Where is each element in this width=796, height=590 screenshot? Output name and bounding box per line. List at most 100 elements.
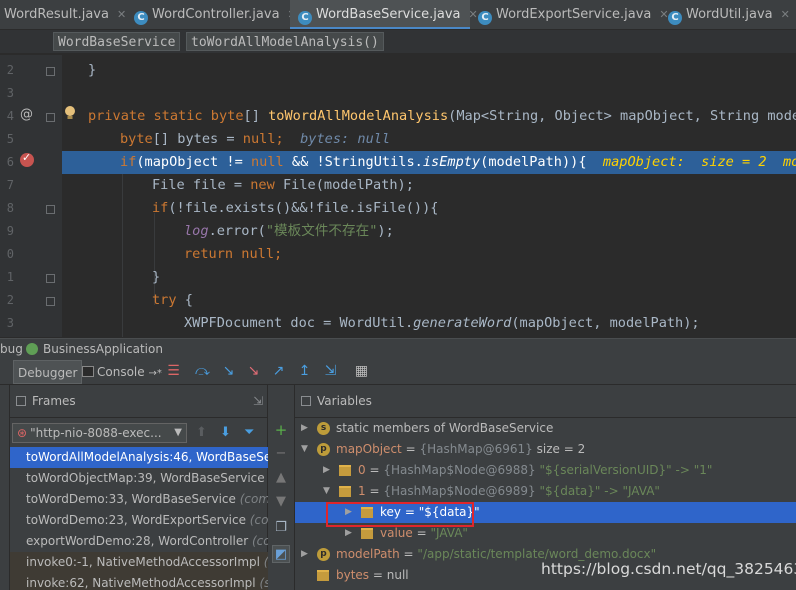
breakpoint-icon[interactable] bbox=[20, 151, 34, 167]
variable-reference: {HashMap@6961} bbox=[419, 442, 533, 456]
run-to-cursor-icon[interactable]: ⇲ bbox=[321, 362, 340, 381]
static-icon: s bbox=[317, 422, 330, 435]
frame-method: invoke0:-1, NativeMethodAccessorImpl bbox=[26, 555, 260, 569]
arrow-up-icon[interactable]: ⬆ bbox=[196, 425, 207, 440]
panel-toggle-icon[interactable] bbox=[301, 396, 311, 406]
thread-dropdown[interactable]: ⊛ "http-nio-8088-exec... ▼ bbox=[12, 423, 187, 443]
tab-debugger[interactable]: Debugger bbox=[13, 360, 83, 384]
variable-row[interactable]: ▶ 0 = {HashMap$Node@6988} "${serialVersio… bbox=[295, 460, 796, 481]
variable-name: bytes bbox=[336, 568, 370, 582]
drop-frame-icon[interactable]: ↥ bbox=[295, 362, 314, 381]
thread-name: "http-nio-8088-exec... bbox=[30, 426, 162, 440]
field-icon bbox=[361, 528, 373, 539]
code-line: byte[] bytes = null; bytes: null bbox=[120, 131, 391, 147]
move-down-icon[interactable]: ▼ bbox=[272, 493, 290, 511]
add-watch-icon[interactable]: + bbox=[272, 421, 290, 439]
tab-wordutil[interactable]: C WordUtil.java ✕ bbox=[660, 0, 796, 29]
line-number: 3 bbox=[6, 86, 14, 100]
thread-selector-row: ⊛ "http-nio-8088-exec... ▼ ⬆ ⬇ ⏷ bbox=[10, 419, 268, 447]
frame-row[interactable]: invoke0:-1, NativeMethodAccessorImpl (su… bbox=[10, 552, 268, 573]
override-annotation-icon[interactable]: @ bbox=[20, 107, 33, 122]
frame-row[interactable]: invoke:62, NativeMethodAccessorImpl (sun… bbox=[10, 573, 268, 590]
tab-wordcontroller[interactable]: CWordController.java✕ bbox=[126, 0, 297, 29]
expand-right-icon[interactable]: ▶ bbox=[301, 418, 311, 439]
run-configuration-name[interactable]: BusinessApplication bbox=[43, 339, 163, 359]
tab-label: WordController.java bbox=[152, 7, 280, 22]
expand-down-icon[interactable]: ▼ bbox=[323, 481, 333, 502]
copy-icon[interactable]: ❐ bbox=[272, 519, 290, 537]
fold-marker-icon[interactable] bbox=[46, 297, 55, 306]
frame-row[interactable]: toWordObjectMap:39, WordBaseService (com… bbox=[10, 468, 268, 489]
line-number: 1 bbox=[6, 270, 14, 284]
variable-value: null bbox=[386, 568, 409, 582]
show-execution-point-icon[interactable]: ☰ bbox=[164, 362, 183, 381]
step-out-icon[interactable]: ↗ bbox=[269, 362, 288, 381]
evaluate-expression-icon[interactable]: ▦ bbox=[352, 362, 371, 381]
frame-method: toWordDemo:23, WordExportService bbox=[26, 513, 246, 527]
variable-reference: {HashMap$Node@6988} bbox=[383, 463, 536, 477]
arrow-down-icon[interactable]: ⬇ bbox=[220, 425, 231, 440]
tab-label: WordResult.java bbox=[4, 7, 109, 22]
inline-debug-value: mapObject: size = 2 modelPath: "/app/sta… bbox=[602, 154, 796, 170]
line-number: 2 bbox=[6, 63, 14, 77]
move-up-icon[interactable]: ▲ bbox=[272, 469, 290, 487]
variable-separator: = bbox=[365, 463, 384, 477]
frames-panel-header: Frames ⇲ bbox=[10, 385, 267, 418]
tab-label: WordExportService.java bbox=[496, 7, 652, 22]
variable-reference: {HashMap$Node@6989} bbox=[383, 484, 536, 498]
variable-row[interactable]: ▼ p mapObject = {HashMap@6961} size = 2 bbox=[295, 439, 796, 460]
debug-title: bug bbox=[0, 342, 23, 356]
variable-value: "${data}" -> "JAVA" bbox=[535, 484, 660, 498]
breadcrumb-class[interactable]: WordBaseService bbox=[53, 32, 181, 51]
class-icon: C bbox=[298, 11, 312, 25]
variable-row[interactable]: ▶ s static members of WordBaseService bbox=[295, 418, 796, 439]
code-editor[interactable]: 2 3 4 5 6 7 8 9 0 1 2 3 @ } private stat… bbox=[0, 55, 796, 337]
tab-wordbaseservice[interactable]: C WordBaseService.java ✕ bbox=[290, 0, 478, 29]
frame-row[interactable]: toWordAllModelAnalysis:46, WordBaseServi… bbox=[10, 447, 268, 468]
step-into-icon[interactable]: ↘ bbox=[219, 362, 238, 381]
fold-marker-icon[interactable] bbox=[46, 274, 55, 283]
code-line: File file = new File(modelPath); bbox=[152, 177, 414, 193]
breadcrumb-method[interactable]: toWordAllModelAnalysis() bbox=[186, 32, 384, 51]
parameter-icon: p bbox=[317, 443, 330, 456]
frame-row[interactable]: toWordDemo:23, WordExportService (com. bbox=[10, 510, 268, 531]
expand-right-icon[interactable]: ▶ bbox=[323, 460, 333, 481]
panel-toggle-icon[interactable] bbox=[16, 396, 26, 406]
variable-name: modelPath bbox=[336, 547, 400, 561]
fold-marker-icon[interactable] bbox=[46, 113, 55, 122]
variable-row[interactable]: ▼ 1 = {HashMap$Node@6989} "${data}" -> "J… bbox=[295, 481, 796, 502]
close-icon[interactable]: ✕ bbox=[117, 8, 126, 21]
tab-console[interactable]: Console →* bbox=[78, 360, 166, 384]
variable-value: size = 2 bbox=[532, 442, 586, 456]
field-icon bbox=[317, 570, 329, 581]
variable-name: mapObject bbox=[336, 442, 402, 456]
show-watches-icon[interactable]: ◩ bbox=[272, 545, 290, 563]
frame-row[interactable]: exportWordDemo:28, WordController (com. bbox=[10, 531, 268, 552]
frame-package: (sun. bbox=[263, 555, 268, 569]
restore-layout-icon[interactable]: ⇲ bbox=[253, 385, 263, 418]
variable-separator: = bbox=[365, 484, 384, 498]
force-step-into-icon[interactable]: ↘ bbox=[244, 362, 263, 381]
step-over-icon[interactable]: ⤼ bbox=[193, 362, 212, 381]
fold-marker-icon[interactable] bbox=[46, 67, 55, 76]
tab-label: WordUtil.java bbox=[686, 7, 773, 22]
line-number: 0 bbox=[6, 247, 14, 261]
variables-title: Variables bbox=[317, 394, 372, 408]
close-icon[interactable]: ✕ bbox=[781, 8, 790, 21]
tab-wordexportservice[interactable]: C WordExportService.java ✕ bbox=[470, 0, 669, 29]
field-icon bbox=[339, 486, 351, 497]
variables-panel-header: Variables bbox=[295, 385, 796, 418]
fold-marker-icon[interactable] bbox=[46, 205, 55, 214]
frame-package: (com. bbox=[252, 534, 268, 548]
line-number: 2 bbox=[6, 293, 14, 307]
breadcrumb: WordBaseService toWordAllModelAnalysis() bbox=[0, 30, 796, 54]
tab-wordresult[interactable]: WordResult.java ✕ bbox=[0, 0, 126, 29]
expand-right-icon[interactable]: ▶ bbox=[301, 544, 311, 565]
filter-icon[interactable]: ⏷ bbox=[244, 425, 254, 440]
remove-watch-icon[interactable]: − bbox=[272, 445, 290, 463]
frame-row[interactable]: toWordDemo:33, WordBaseService (com. bbox=[10, 489, 268, 510]
variable-name: 0 bbox=[358, 463, 366, 477]
code-line: if(!file.exists()&&!file.isFile()){ bbox=[152, 200, 439, 216]
expand-down-icon[interactable]: ▼ bbox=[301, 439, 311, 460]
